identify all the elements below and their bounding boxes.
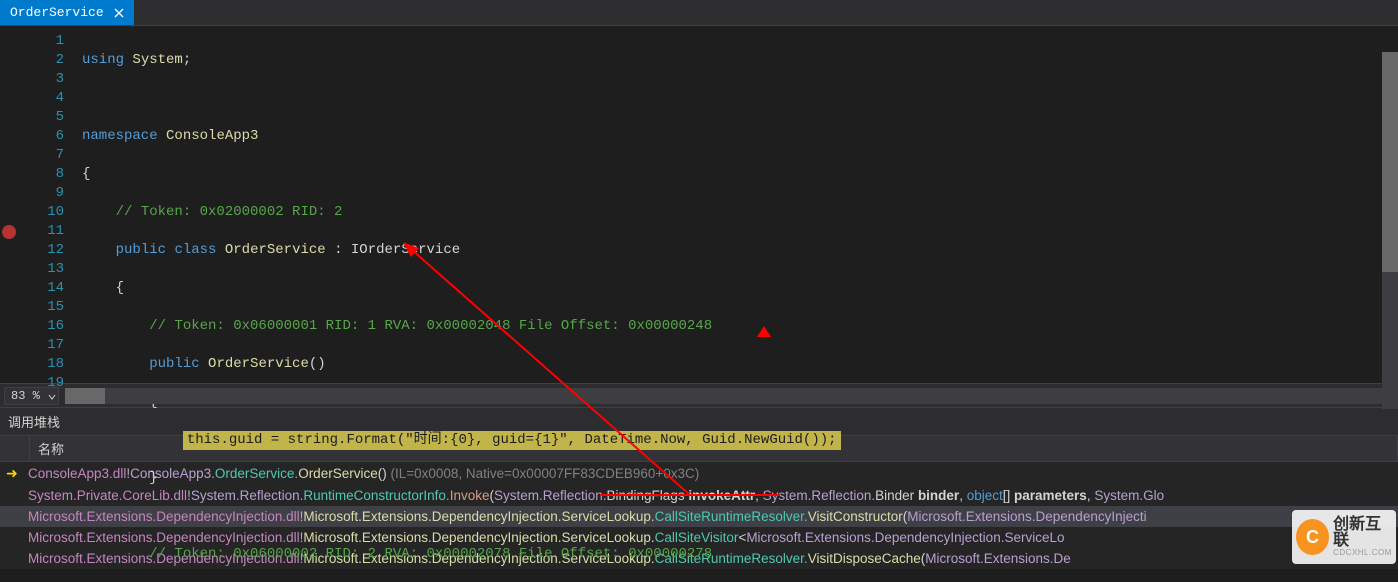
breakpoint-gutter[interactable] <box>0 26 18 383</box>
tab-title: OrderService <box>10 5 104 20</box>
kw-using: using <box>82 52 124 68</box>
ctor-name: OrderService <box>208 356 309 372</box>
scroll-thumb[interactable] <box>1382 52 1398 272</box>
ns-name: ConsoleApp3 <box>166 128 258 144</box>
class-name: OrderService <box>225 242 326 258</box>
comment: // Token: 0x06000002 RID: 2 RVA: 0x00002… <box>149 546 712 562</box>
comment: // Token: 0x06000001 RID: 1 RVA: 0x00002… <box>149 318 712 334</box>
tab-orderservice[interactable]: OrderService <box>0 0 134 25</box>
type-system: System <box>132 52 182 68</box>
horizontal-scrollbar[interactable] <box>65 388 1398 404</box>
editor-footer: 83 % <box>0 383 1398 407</box>
comment: // Token: 0x02000002 RID: 2 <box>116 204 343 220</box>
current-statement: this.guid = string.Format("时间:{0}, guid=… <box>183 431 841 450</box>
code-body[interactable]: using System; namespace ConsoleApp3 { //… <box>78 26 1398 383</box>
scroll-thumb[interactable] <box>65 388 105 404</box>
code-editor[interactable]: 12345678910111213141516171819 using Syst… <box>0 26 1398 383</box>
close-icon[interactable] <box>112 6 126 20</box>
line-number-gutter: 12345678910111213141516171819 <box>18 26 78 383</box>
breakpoint-marker[interactable] <box>2 225 16 239</box>
current-frame-icon: ➜ <box>6 465 18 482</box>
kw-namespace: namespace <box>82 128 158 144</box>
vertical-scrollbar[interactable] <box>1382 52 1398 409</box>
tab-bar: OrderService <box>0 0 1398 26</box>
zoom-value: 83 % <box>11 389 40 403</box>
chevron-down-icon <box>48 391 56 405</box>
zoom-select[interactable]: 83 % <box>4 387 59 405</box>
